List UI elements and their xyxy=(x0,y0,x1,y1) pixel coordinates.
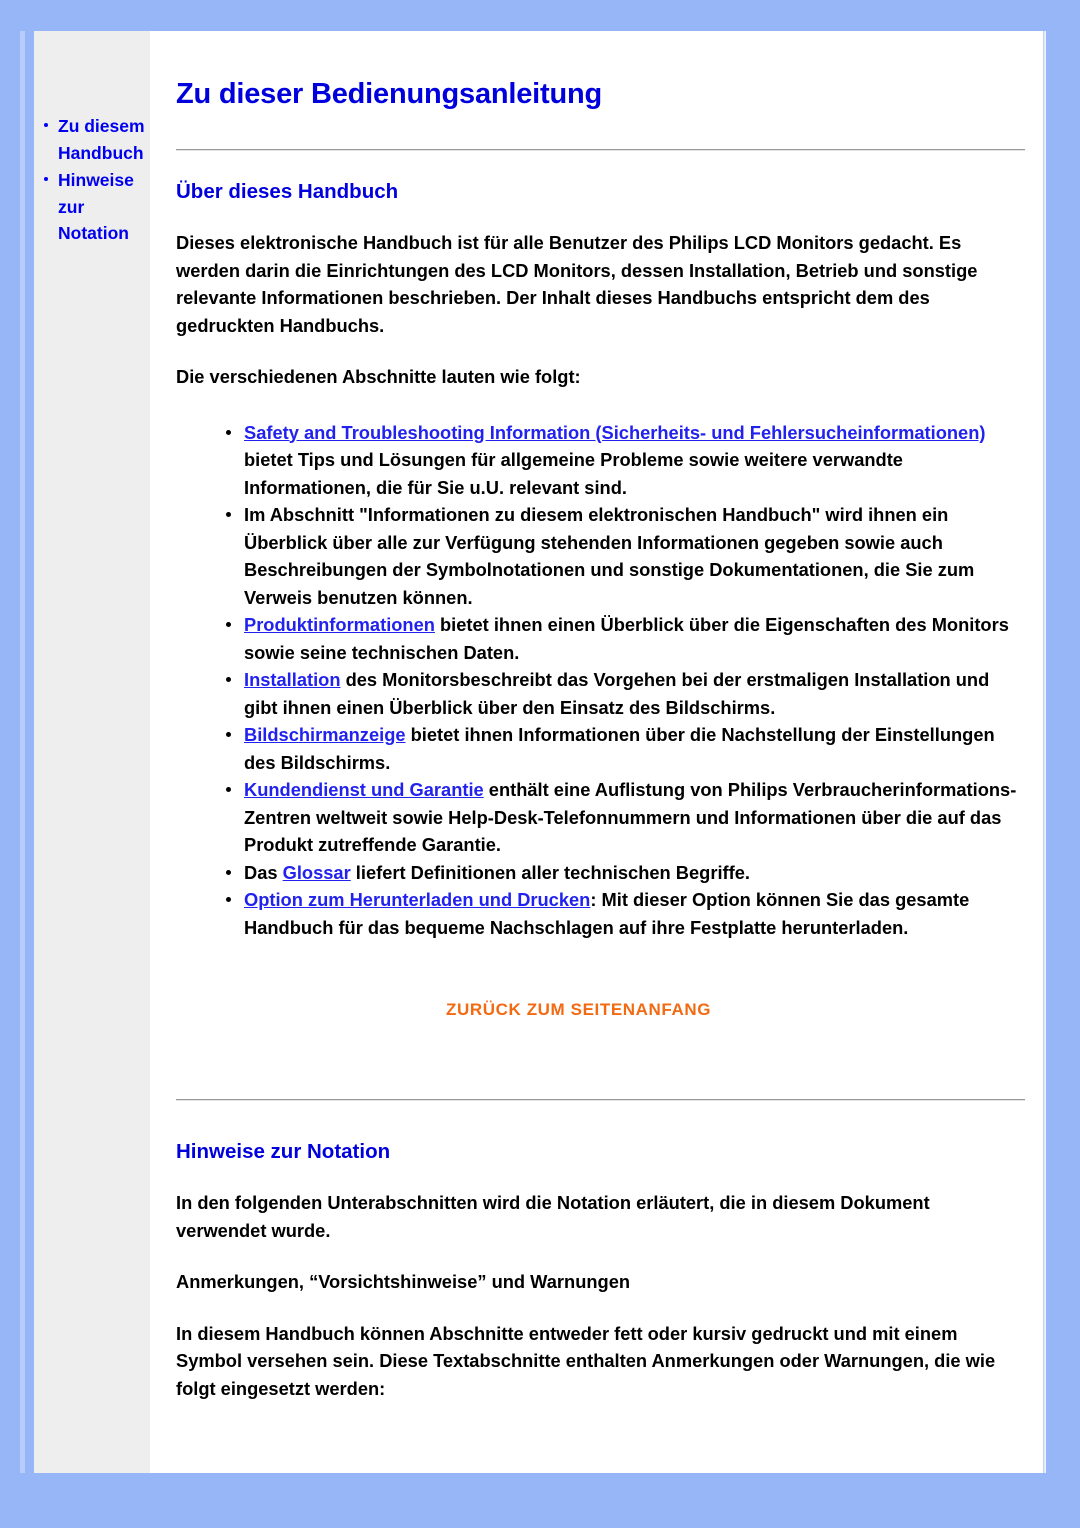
back-to-top-container: ZURÜCK ZUM SEITENANFANG xyxy=(176,941,1025,1021)
list-item: Produktinformationen bietet ihnen einen … xyxy=(176,611,1025,666)
bullet-dot-icon xyxy=(44,123,48,127)
link-safety-troubleshooting[interactable]: Safety and Troubleshooting Information (… xyxy=(244,422,985,443)
link-kundendienst-und-garantie[interactable]: Kundendienst und Garantie xyxy=(244,779,484,800)
list-item-text: bietet Tips und Lösungen für allgemeine … xyxy=(244,449,903,498)
main-content: Zu dieser Bedienungsanleitung Über diese… xyxy=(150,31,1043,1473)
notation-paragraph-3: In diesem Handbuch können Abschnitte ent… xyxy=(176,1322,996,1399)
feature-list: Safety and Troubleshooting Information (… xyxy=(176,391,1025,942)
bullet-dot-icon xyxy=(226,732,231,737)
bullet-dot-icon xyxy=(44,177,48,181)
list-item: Kundendienst und Garantie enthält eine A… xyxy=(176,776,1025,859)
list-item: Safety and Troubleshooting Information (… xyxy=(176,419,1025,502)
document-card: Zu diesem Handbuch Hinweise zur Notation… xyxy=(34,31,1043,1473)
link-glossar[interactable]: Glossar xyxy=(283,862,351,883)
page-frame: Zu diesem Handbuch Hinweise zur Notation… xyxy=(0,0,1080,1528)
list-item-text: Im Abschnitt "Informationen zu diesem el… xyxy=(244,504,975,608)
sidebar-list: Zu diesem Handbuch Hinweise zur Notation xyxy=(34,31,150,247)
link-bildschirmanzeige[interactable]: Bildschirmanzeige xyxy=(244,724,406,745)
sidebar-nav: Zu diesem Handbuch Hinweise zur Notation xyxy=(34,31,150,1473)
link-produktinformationen[interactable]: Produktinformationen xyxy=(244,614,435,635)
list-item-text: des Monitorsbeschreibt das Vorgehen bei … xyxy=(244,669,990,718)
bullet-dot-icon xyxy=(226,429,231,435)
list-item-prefix: Das xyxy=(244,861,283,883)
bullet-dot-icon xyxy=(226,512,231,517)
section-heading-about: Über dieses Handbuch xyxy=(176,180,399,203)
bullet-dot-icon xyxy=(226,787,231,792)
bullet-dot-icon xyxy=(226,869,231,875)
back-to-top-link[interactable]: ZURÜCK ZUM SEITENANFANG xyxy=(446,999,711,1021)
bullet-dot-icon xyxy=(226,677,231,682)
list-item: Das Glossar liefert Definitionen aller t… xyxy=(176,859,1025,887)
list-item: Option zum Herunterladen und Drucken: Mi… xyxy=(176,886,1025,941)
bullet-dot-icon xyxy=(226,622,231,627)
sidebar-item-hinweise-zur-notation[interactable]: Hinweise zur Notation xyxy=(34,167,150,247)
list-item: Im Abschnitt "Informationen zu diesem el… xyxy=(176,501,1025,611)
list-item: Installation des Monitorsbeschreibt das … xyxy=(176,666,1025,721)
sidebar-item-label[interactable]: Zu diesem Handbuch xyxy=(58,116,145,163)
page-title: Zu dieser Bedienungsanleitung xyxy=(176,78,603,110)
intro-paragraph: Dieses elektronische Handbuch ist für al… xyxy=(176,232,978,336)
link-installation[interactable]: Installation xyxy=(244,669,341,690)
notation-paragraph-1: In den folgenden Unterabschnitten wird d… xyxy=(176,1192,930,1241)
left-accent-stripe xyxy=(20,31,25,1473)
section-heading-notation: Hinweise zur Notation xyxy=(176,1140,391,1163)
sidebar-item-zu-diesem-handbuch[interactable]: Zu diesem Handbuch xyxy=(34,113,150,166)
link-herunterladen-und-drucken[interactable]: Option zum Herunterladen und Drucken xyxy=(244,889,590,910)
list-item-text: liefert Definitionen aller technischen B… xyxy=(350,861,750,883)
list-item: Bildschirmanzeige bietet ihnen Informati… xyxy=(176,721,1025,776)
list-lead-in: Die verschiedenen Abschnitte lauten wie … xyxy=(176,366,581,387)
notation-paragraph-2: Anmerkungen, “Vorsichtshinweise” und War… xyxy=(176,1271,631,1292)
bullet-dot-icon xyxy=(226,897,231,902)
sidebar-item-label[interactable]: Hinweise zur Notation xyxy=(58,170,134,243)
